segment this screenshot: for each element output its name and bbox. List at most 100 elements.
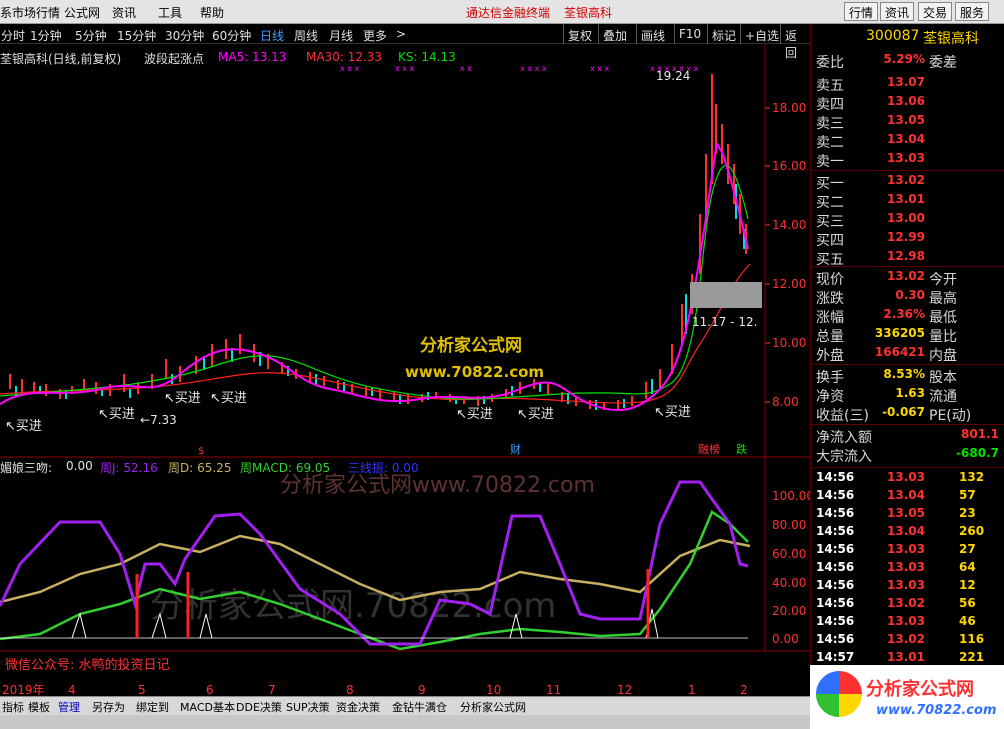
ind-tick-100: 100.00 [772,489,810,503]
ks-line [0,164,749,400]
period-month[interactable]: 月线 [329,27,353,44]
period-day[interactable]: 日线 [260,27,284,44]
svg-text:↖买进: ↖买进 [654,405,691,420]
svg-text:1: 1 [688,683,696,696]
ind-tick-80: 80.00 [772,518,806,532]
menu-market[interactable]: 系市场行情 [0,4,60,21]
ind-tick-40: 40.00 [772,576,806,590]
macd-label: 周MACD: 69.05 [240,461,331,475]
ma30-label: MA30: 12.33 [306,50,383,64]
y-tick-14: 14.00 [772,218,806,232]
svg-text:8: 8 [346,683,354,696]
tab-bind[interactable]: 绑定到 [136,699,169,715]
tab-dde[interactable]: DDE决策 [236,699,282,715]
svg-text:x x x: x x x [590,64,610,73]
tab-fund[interactable]: 资金决策 [336,699,380,715]
kline-svg[interactable]: 18.00 16.00 14.00 12.00 10.00 8.00 100.0… [0,44,810,696]
back-button[interactable]: 返回 [780,24,810,60]
chart-title: 荃银高科(日线,前复权) [0,52,122,66]
period-tick[interactable]: 分时 [1,27,25,44]
d-label: 周D: 65.25 [168,461,232,475]
period-5min[interactable]: 5分钟 [75,27,107,44]
tab-save-as[interactable]: 另存为 [92,699,125,715]
chevron-right-icon[interactable]: > [396,27,406,41]
watermark-url: www.70822.com [405,363,544,381]
flow-block: 净流入额 801.1 大宗流入 -680.7 [811,424,1004,465]
f10-button[interactable]: F10 [674,24,705,44]
tab-indicator[interactable]: 指标 [2,699,24,715]
svg-text:9: 9 [418,683,426,696]
indicator-value: 0.00 [66,459,93,473]
period-15min[interactable]: 15分钟 [117,27,156,44]
tick-list[interactable]: 14:56 13.03 132 14:56 13.04 57 14:56 13.05 23 … [811,467,1004,664]
svg-text:跌: 跌 [736,442,747,456]
svg-text:2: 2 [740,683,748,696]
stock-title: 荃银高科 [564,6,613,20]
svg-text:分析家公式网www.70822.com: 分析家公式网www.70822.com [280,473,595,498]
trade-button[interactable]: 交易 [918,2,953,21]
svg-text:x x x: x x x [340,64,360,73]
period-more[interactable]: 更多 [363,27,387,44]
menu-formula[interactable]: 公式网 [64,4,100,21]
period-60min[interactable]: 60分钟 [212,27,251,44]
ind-tick-20: 20.00 [772,604,806,618]
overlay-button[interactable]: 叠加 [598,24,631,44]
formula-name: 波段起涨点 [144,52,205,66]
add-watchlist-button[interactable]: +自选 [740,24,783,44]
service-button[interactable]: 服务 [955,2,990,21]
svg-text:↖买进: ↖买进 [5,419,42,434]
ind-tick-60: 60.00 [772,547,806,561]
ma30-line [0,263,751,404]
svg-text:19.24: 19.24 [656,69,690,83]
tab-sup[interactable]: SUP决策 [286,699,330,715]
menu-news[interactable]: 资讯 [112,4,136,21]
draw-button[interactable]: 画线 [636,24,669,44]
y-tick-18: 18.00 [772,101,806,115]
info-button[interactable]: 资讯 [880,2,915,21]
quote-button[interactable]: 行情 [844,2,879,21]
restore-right-button[interactable]: 复权 [563,24,596,44]
svg-text:←7.33: ←7.33 [140,413,177,427]
svg-text:↖买进: ↖买进 [517,407,554,422]
svg-text:5: 5 [138,683,146,696]
signal-row: x x xx x xx x x x x xx x xx x x x x x x [340,64,699,73]
stats2-block: 换手 8.53% 股本 净资 1.63 流通 收益(三) -0.067 PE(动) [811,364,1004,424]
site-logo: 分析家公式网 www.70822.com [810,665,1004,729]
menu-help[interactable]: 帮助 [200,4,224,21]
period-30min[interactable]: 30分钟 [165,27,204,44]
svg-text:x x x x: x x x x [520,64,547,73]
menu-tools[interactable]: 工具 [158,4,182,21]
svg-text:7: 7 [268,683,276,696]
svg-text:$: $ [198,446,204,457]
indicator-name: 媚娘三吻: [0,461,53,475]
tab-formula-site[interactable]: 分析家公式网 [460,699,526,715]
chart-area[interactable]: 18.00 16.00 14.00 12.00 10.00 8.00 100.0… [0,44,810,696]
mark-button[interactable]: 标记 [707,24,740,44]
tab-template[interactable]: 模板 [28,699,50,715]
quote-panel: 300087 荃银高科 委比 5.29% 委差 卖五 13.07 卖四 13.06 … [810,24,1004,704]
ma5-line [0,143,749,412]
stock-name: 荃银高科 [923,31,979,47]
bottom-tabs: 指标 模板 管理 另存为 绑定到 MACD基本 DDE决策 SUP决策 资金决策… [0,696,810,715]
sanxian-label: 三线振: 0.00 [348,461,419,475]
period-1min[interactable]: 1分钟 [30,27,62,44]
tab-gold[interactable]: 金钻牛满仓 [392,699,447,715]
period-toolbar: 分时 1分钟 5分钟 15分钟 30分钟 60分钟 日线 周线 月线 更多 > … [0,24,810,60]
ks-label: KS: 14.13 [398,50,456,64]
range-box [690,282,762,308]
period-week[interactable]: 周线 [294,27,318,44]
ma5-label: MA5: 13.13 [218,50,287,64]
svg-text:融榜: 融榜 [698,442,720,456]
svg-text:11.17 - 12.: 11.17 - 12. [692,315,757,329]
svg-text:↖买进: ↖买进 [98,407,135,422]
stats-block: 现价 13.02 今开 涨跌 0.30 最高 涨幅 2.36% 最低 总量 336205 量比 … [811,266,1004,364]
tab-manage[interactable]: 管理 [58,699,80,715]
ind-tick-0: 0.00 [772,632,799,646]
tab-macd[interactable]: MACD基本 [180,699,235,715]
wechat-note: 微信公众号: 水鸭的投资日记 [5,657,170,673]
svg-text:10: 10 [486,683,501,696]
logo-pinwheel-icon [816,671,862,717]
logo-title: 分析家公式网 [866,679,974,700]
menu-bar: 系市场行情 公式网 资讯 工具 帮助 通达信金融终端 荃银高科 行情 资讯 交易… [0,0,1004,24]
svg-text:x x: x x [460,64,472,73]
